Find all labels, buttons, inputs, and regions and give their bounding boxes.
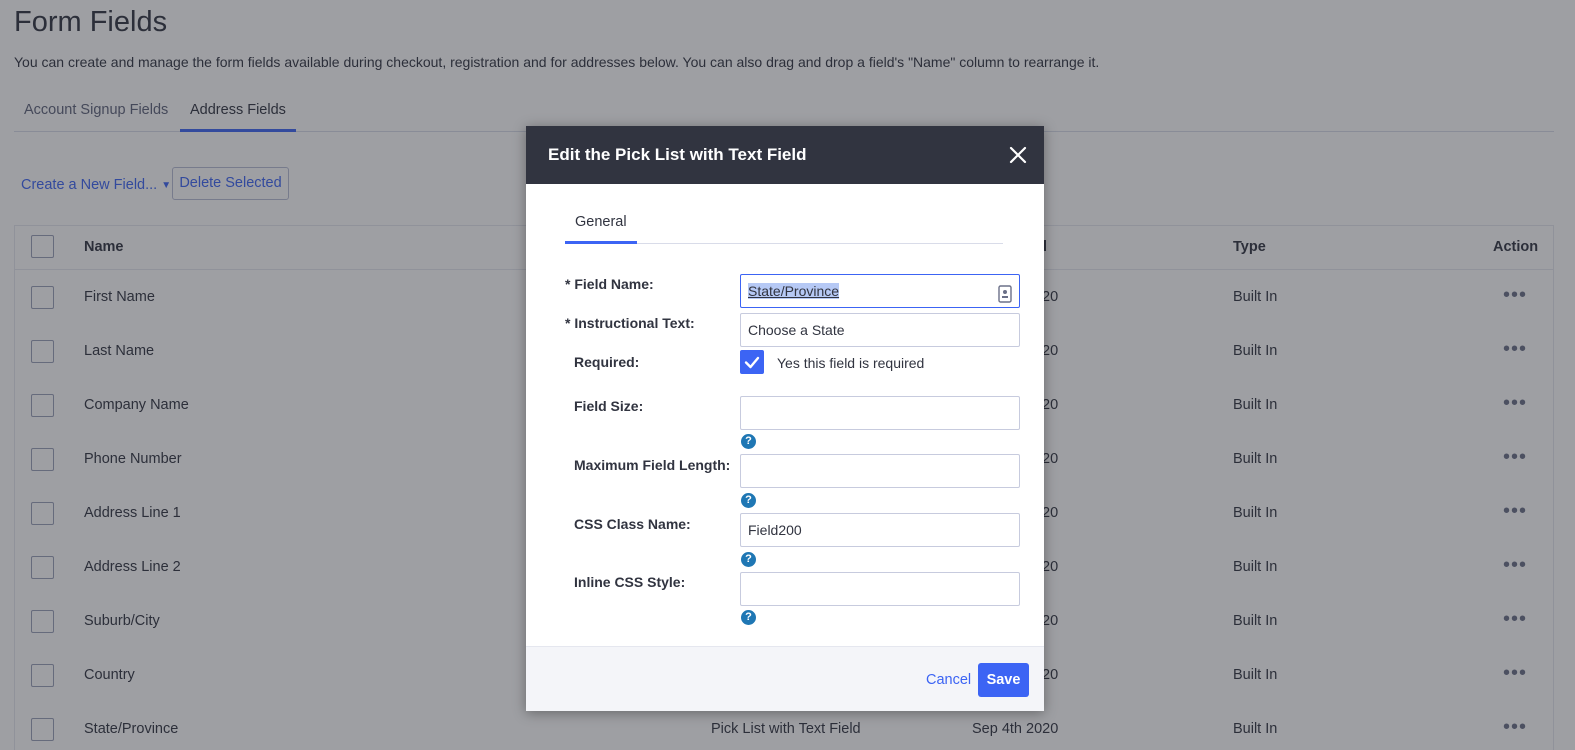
help-icon[interactable]: ? — [741, 552, 756, 567]
field-size-label: Field Size: — [574, 398, 644, 414]
field-name-value: State/Province — [748, 283, 840, 299]
form-fields-page: Form Fields You can create and manage th… — [0, 0, 1575, 750]
inline-css-style-input[interactable] — [740, 572, 1020, 606]
help-icon[interactable]: ? — [741, 610, 756, 625]
field-name-input[interactable]: State/Province — [740, 274, 1020, 308]
required-checkbox[interactable] — [740, 350, 764, 374]
help-icon[interactable]: ? — [741, 434, 756, 449]
instructional-text-input[interactable]: Choose a State — [740, 313, 1020, 347]
modal-header: Edit the Pick List with Text Field — [526, 126, 1044, 184]
css-class-name-label: CSS Class Name: — [574, 516, 691, 532]
field-name-label: * Field Name: — [565, 276, 654, 292]
inline-css-style-label: Inline CSS Style: — [574, 574, 686, 590]
modal-footer: Cancel Save — [526, 646, 1044, 711]
cancel-button[interactable]: Cancel — [926, 672, 971, 688]
field-size-input[interactable] — [740, 396, 1020, 430]
checkmark-icon — [744, 356, 760, 369]
contact-card-icon[interactable] — [998, 282, 1012, 303]
modal-title: Edit the Pick List with Text Field — [548, 145, 807, 164]
edit-field-modal: Edit the Pick List with Text Field Gener… — [526, 126, 1044, 711]
help-icon[interactable]: ? — [741, 493, 756, 508]
close-icon[interactable] — [1008, 145, 1028, 165]
required-label: Required: — [574, 354, 640, 370]
required-checkbox-text[interactable]: Yes this field is required — [777, 355, 924, 371]
max-field-length-label: Maximum Field Length: — [574, 457, 731, 473]
modal-tabs: General — [565, 210, 1003, 244]
save-button[interactable]: Save — [978, 663, 1029, 697]
css-class-name-input[interactable]: Field200 — [740, 513, 1020, 547]
max-field-length-input[interactable] — [740, 454, 1020, 488]
tab-general[interactable]: General — [565, 210, 637, 244]
instructional-text-label: * Instructional Text: — [565, 315, 695, 331]
